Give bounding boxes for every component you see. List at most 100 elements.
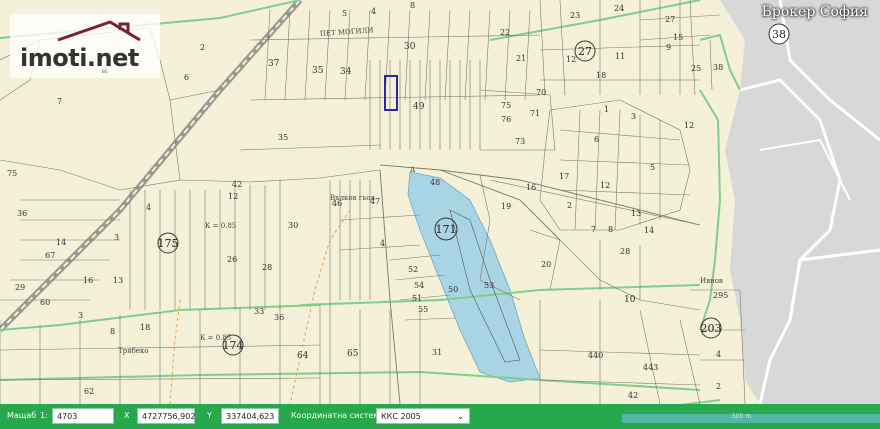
parcel-number: 71 [530, 109, 540, 118]
logo-sub: BG [102, 69, 108, 74]
parcel-number: 28 [620, 247, 630, 256]
parcel-number: 37 [268, 59, 280, 69]
parcel-number: 64 [297, 351, 309, 361]
parcel-number: 42 [232, 180, 242, 189]
parcel-number: 8 [410, 1, 415, 10]
parcel-number: 73 [515, 137, 525, 146]
parcel-number: 7 [591, 225, 596, 234]
boundary-label: К = 0.85 [200, 334, 231, 342]
parcel-number: 5 [342, 9, 347, 18]
parcel-number: 20 [541, 260, 551, 269]
parcel-number: 2 [200, 43, 205, 52]
parcel-number: 11 [615, 52, 625, 61]
parcel-number: 36 [17, 209, 27, 218]
parcel-number: 36 [274, 313, 284, 322]
parcel-number: 30 [404, 42, 416, 52]
parcel-number: 50 [448, 285, 458, 294]
parcel-number: 12 [228, 192, 238, 201]
y-coordinate-field[interactable]: 337404,623 [221, 408, 279, 424]
parcel-number: 51 [412, 294, 422, 303]
parcel-number: 3 [78, 311, 83, 320]
parcel-number: 9 [666, 43, 671, 52]
broker-watermark: Брокер София [761, 4, 868, 20]
parcel-number: 42 [628, 391, 638, 400]
parcel-number: 2 [716, 382, 721, 391]
parcel-number: 46 [332, 199, 342, 208]
scale-bar-label: 500 m [732, 413, 752, 420]
parcel-number: 440 [588, 351, 603, 360]
parcel-number: 14 [644, 226, 654, 235]
logo-word-net: net [95, 44, 140, 72]
parcel-number: 33 [254, 307, 264, 316]
parcel-number: 35 [312, 66, 324, 76]
parcel-number: 22 [500, 28, 510, 37]
parcel-number: 34 [340, 67, 352, 77]
scale-input[interactable]: 4703 [52, 408, 114, 424]
imoti-logo[interactable]: imoti.net BG [10, 14, 160, 78]
parcel-number: 52 [408, 265, 418, 274]
x-coordinate-field[interactable]: 4727756,902 [137, 408, 195, 424]
x-label: X [124, 411, 130, 420]
road-label: Ивнов [700, 277, 723, 285]
chevron-down-icon: ⌄ [457, 412, 464, 421]
parcel-number: 47 [370, 197, 380, 206]
parcel-number: 6 [594, 135, 599, 144]
logo-dot: . [86, 44, 96, 72]
parcel-number: 12 [600, 181, 610, 190]
parcel-number: 7 [57, 97, 62, 106]
parcel-number: 55 [418, 305, 428, 314]
parcel-number: 2 [567, 201, 572, 210]
parcel-number: 8 [110, 327, 115, 336]
urban-area [720, 0, 880, 404]
parcel-number: 24 [614, 4, 624, 13]
parcel-number: 53 [484, 281, 494, 290]
coord-system-value: ККС 2005 [381, 412, 421, 421]
parcel-number: 8 [608, 225, 613, 234]
parcel-number: 18 [596, 71, 606, 80]
boundary-label: К = 0.85 [205, 222, 236, 230]
parcel-number: 67 [45, 251, 55, 260]
circled-label: 27 [578, 45, 592, 58]
parcel-number: 12 [566, 55, 576, 64]
parcel-number: 6 [184, 73, 189, 82]
parcel-number: 49 [413, 102, 425, 112]
parcel-number: 48 [430, 178, 440, 187]
parcel-number: 3 [631, 112, 636, 121]
coord-system-label: Координатна система [291, 411, 385, 420]
parcel-number: 14 [56, 238, 66, 247]
parcel-number: 29 [15, 283, 25, 292]
parcel-number: 26 [227, 255, 237, 264]
parcel-number: 75 [501, 101, 511, 110]
circled-label: 38 [772, 28, 786, 41]
circled-label: 171 [436, 223, 457, 236]
parcel-number: 1 [604, 105, 609, 114]
parcel-number: 10 [624, 295, 636, 305]
parcel-number: 3 [114, 233, 119, 242]
parcel-number: 21 [516, 54, 526, 63]
scale-prefix: 1: [40, 411, 48, 420]
parcel-number: 16 [526, 183, 536, 192]
parcel-number: 19 [501, 202, 511, 211]
parcel-number: 12 [684, 121, 694, 130]
parcel-number: 443 [643, 363, 658, 372]
logo-wordmark: imoti.net [20, 44, 139, 72]
parcel-number: 4 [716, 350, 721, 359]
parcel-number: 28 [262, 263, 272, 272]
parcel-number: 18 [140, 323, 150, 332]
parcel-number: 62 [84, 387, 94, 396]
parcel-number: 38 [713, 63, 723, 72]
parcel-number: 70 [536, 88, 546, 97]
parcel-number: 76 [501, 115, 511, 124]
parcel-number: 15 [673, 33, 683, 42]
parcel-number: 54 [414, 281, 424, 290]
parcel-number: 13 [113, 276, 123, 285]
scale-label: Мащаб [7, 411, 37, 420]
parcel-number: 65 [347, 349, 359, 359]
parcel-number: 17 [559, 172, 569, 181]
circled-label: 203 [701, 322, 722, 335]
circled-label: 175 [158, 237, 179, 250]
coord-system-select[interactable]: ККС 2005 ⌄ [376, 408, 470, 424]
parcel-number: 75 [7, 169, 17, 178]
parcel-number: 4 [371, 7, 376, 16]
parcel-number: 30 [288, 221, 298, 230]
